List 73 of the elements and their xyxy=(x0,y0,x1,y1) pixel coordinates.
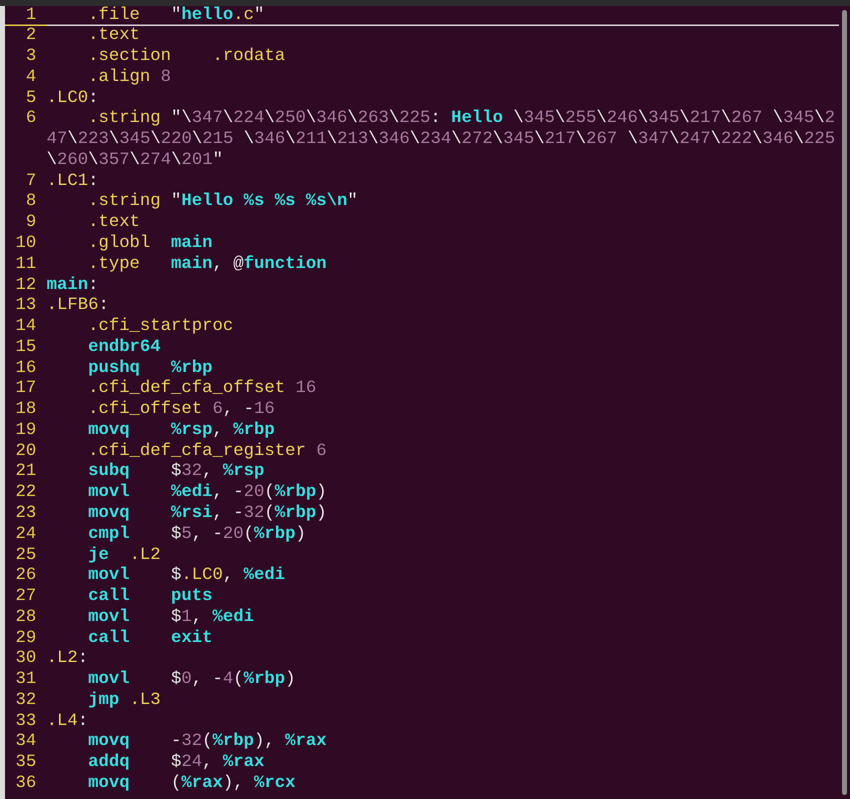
line-number: 7 xyxy=(24,172,38,192)
line-number: 11 xyxy=(14,254,38,276)
code-line: jmp .L3 xyxy=(87,690,162,712)
code-line: call puts xyxy=(87,587,214,608)
code-line: .cfi_startproc xyxy=(87,317,234,338)
line-number: 35 xyxy=(14,753,38,774)
line-number: 10 xyxy=(14,234,38,255)
code-line: .L4: xyxy=(46,712,90,732)
code-line: .LC1: xyxy=(46,172,100,192)
line-number: 5 xyxy=(24,88,38,110)
code-line: movl %edi, -20(%rbp) xyxy=(87,483,328,504)
line-number: 20 xyxy=(14,442,38,462)
line-number: 22 xyxy=(14,483,38,504)
code-line: .cfi_def_cfa_register 6 xyxy=(87,442,328,462)
scrollbar[interactable] xyxy=(842,10,847,795)
line-number: 27 xyxy=(14,587,38,608)
code-line: movl $1, %edi xyxy=(87,608,256,629)
code-line: .file "hello.c" xyxy=(46,6,839,26)
code-line: .string "Hello %s %s %s\n" xyxy=(87,192,359,214)
code-line: .section .rodata xyxy=(87,47,286,68)
code-line: .text xyxy=(87,213,141,234)
code-line: .L2: xyxy=(46,649,90,670)
line-number: 14 xyxy=(14,317,38,338)
line-number: 23 xyxy=(14,504,38,525)
code-line: movq %rsi, -32(%rbp) xyxy=(87,504,328,525)
line-number: 6 xyxy=(24,109,38,130)
line-number: 24 xyxy=(14,524,38,546)
code-line: .cfi_offset 6, -16 xyxy=(87,400,276,421)
code-line: movq (%rax), %rcx xyxy=(87,774,297,795)
code-line: .type main, @function xyxy=(87,254,328,276)
line-number: 13 xyxy=(14,296,38,318)
line-number: 12 xyxy=(14,276,38,296)
code-line: .cfi_def_cfa_offset 16 xyxy=(87,379,318,400)
line-number: 17 xyxy=(14,379,38,400)
code-line: call exit xyxy=(87,628,214,650)
line-number: 36 xyxy=(14,774,38,795)
line-number: 18 xyxy=(14,400,38,421)
line-number: 32 xyxy=(14,690,38,712)
line-number: 29 xyxy=(14,628,38,650)
code-line: addq $24, %rax xyxy=(87,753,266,774)
code-line: endbr64 xyxy=(87,338,162,359)
code-line: .string "\347\224\250\346\263\225: Hello \345\255\246\345\217\267 \345\247\223\345\220\215 \346\211\213\346\234\272\345\217\267 \347\247\222\346\225 \260\357\274\201" xyxy=(46,109,836,172)
line-number: 19 xyxy=(14,420,38,442)
code-line: movq -32(%rbp), %rax xyxy=(87,732,328,754)
code-line: main: xyxy=(46,276,100,296)
code-line: subq $32, %rsp xyxy=(87,462,266,484)
line-number: 21 xyxy=(14,462,38,484)
code-line: movl $.LC0, %edi xyxy=(87,566,286,588)
code-line: .text xyxy=(87,26,141,48)
code-line: pushq %rbp xyxy=(87,358,214,380)
code-line: .globl main xyxy=(87,234,214,255)
line-number: 26 xyxy=(14,566,38,588)
line-number: 8 xyxy=(24,192,38,214)
code-line: movq %rsp, %rbp xyxy=(87,420,276,442)
line-number: 34 xyxy=(14,732,38,754)
line-number: 31 xyxy=(14,670,38,691)
line-number: 1 xyxy=(5,6,47,26)
line-number: 25 xyxy=(14,546,38,566)
line-number: 28 xyxy=(14,608,38,629)
code-line: movl $0, -4(%rbp) xyxy=(87,670,297,691)
line-number: 9 xyxy=(24,213,38,234)
code-line: je .L2 xyxy=(87,546,162,566)
line-number: 4 xyxy=(24,68,38,89)
line-number: 16 xyxy=(14,358,38,380)
line-number: 2 xyxy=(24,26,38,48)
code-line: cmpl $5, -20(%rbp) xyxy=(87,524,307,546)
code-line: .align 8 xyxy=(87,68,172,89)
code-line: .LFB6: xyxy=(46,296,110,318)
line-number: 33 xyxy=(14,712,38,732)
code-line: .LC0: xyxy=(46,88,100,110)
line-number: 30 xyxy=(14,649,38,670)
line-number: 15 xyxy=(14,338,38,359)
line-number: 3 xyxy=(24,47,38,68)
